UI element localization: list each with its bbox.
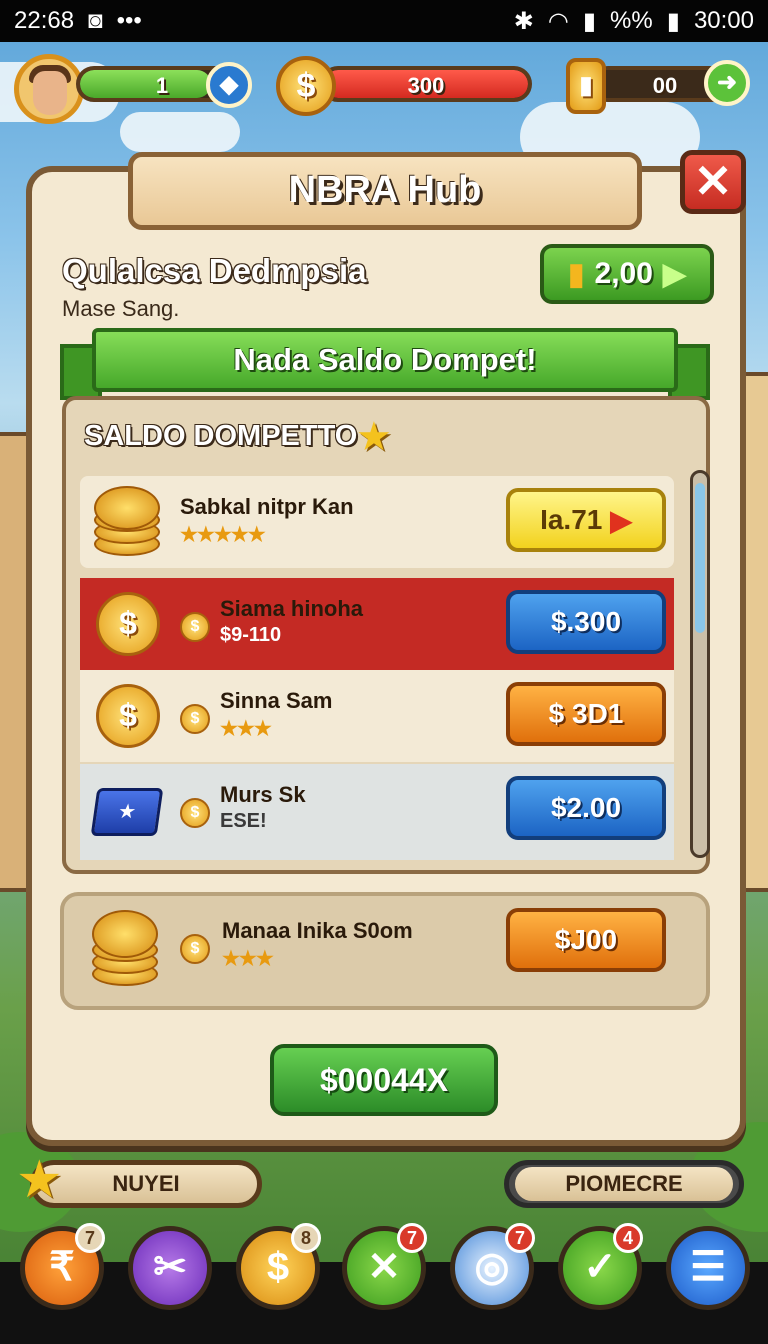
tab-right-label: PIOMECRE [515, 1167, 733, 1201]
badge: 7 [397, 1223, 427, 1253]
buy-button[interactable]: $J00 [506, 908, 666, 972]
small-coin-icon: $ [180, 612, 210, 642]
item-stars: ★★★ [222, 948, 274, 970]
coin-icon: $ [96, 684, 160, 748]
wallet-icon: ★ [90, 788, 164, 836]
battery-icon: ▮ [666, 7, 680, 35]
nav-target-button[interactable]: ◎ 7 [450, 1223, 535, 1310]
star-icon: ★ [356, 415, 392, 459]
coin-stack-icon [92, 910, 158, 986]
price-label: $ 3D1 [548, 698, 624, 729]
check-icon: ✓ [583, 1245, 617, 1289]
ribbon-banner: Nada Saldo Dompet! [92, 328, 678, 392]
nav-check-button[interactable]: ✓ 4 [558, 1223, 643, 1310]
x-icon: ✕ [367, 1245, 401, 1289]
signal-icon: ▮ [582, 7, 597, 35]
item-name: Sabkal nitpr Kan [180, 494, 354, 519]
item-name: Murs Sk [220, 782, 306, 807]
tab-left[interactable]: NUYEI [30, 1160, 262, 1208]
badge: 7 [505, 1223, 535, 1253]
play-icon: ▶ [610, 504, 632, 536]
balance-value: 2,00 [594, 257, 653, 290]
item-stars: ★★★ [220, 718, 272, 740]
coin-icon: $ [276, 56, 336, 116]
close-button[interactable]: ✕ [680, 150, 746, 214]
coin-icon: $ [96, 592, 160, 656]
status-bar: 22:68 ◙ ••• ✱ ◠ ▮ %% ▮ 30:00 [0, 0, 768, 42]
small-coin-icon: $ [180, 704, 210, 734]
coin-stack-icon [94, 486, 160, 556]
more-dots-icon: ••• [116, 7, 142, 34]
tab-left-label: NUYEI [112, 1171, 180, 1196]
balance-button[interactable]: ▮ 2,00 ▶ [540, 244, 714, 304]
bluetooth-icon: ✱ [513, 7, 534, 35]
price-label: $J00 [554, 924, 618, 955]
panel-title: NBRA Hub [128, 152, 642, 230]
claim-button[interactable]: $00044X [270, 1044, 498, 1116]
badge: 8 [291, 1223, 321, 1253]
item-name: Siama hinoha [220, 596, 364, 621]
nav-coin-button[interactable]: $ 8 [236, 1223, 321, 1310]
tab-right[interactable]: PIOMECRE [504, 1160, 744, 1208]
tools-icon: ✂ [153, 1245, 187, 1289]
list-item[interactable]: $ $ Sinna Sam ★★★ $ 3D1 [80, 670, 674, 762]
list-item-selected[interactable]: $ $ Siama hinoha $9-110 $.300 [80, 578, 674, 670]
price-label: $.300 [550, 606, 622, 637]
badge: 7 [75, 1223, 105, 1253]
item-name: Sinna Sam [220, 688, 333, 713]
buy-button[interactable]: Ia.71 ▶ [506, 488, 666, 552]
list-scrollbar[interactable] [690, 470, 710, 858]
nav-rupee-button[interactable]: ₹ 7 [20, 1223, 105, 1310]
play-icon: ▶ [662, 257, 686, 291]
item-sub: $9-110 [220, 624, 282, 646]
panel-heading: Qulalcsa Dedmpsia [62, 252, 367, 289]
player-avatar[interactable] [14, 54, 84, 124]
add-tickets-button[interactable]: ➜ [704, 60, 750, 106]
item-name: Manaa Inika S0om [222, 918, 413, 943]
buy-button[interactable]: $2.00 [506, 776, 666, 840]
currency-icon: ₹ [49, 1245, 75, 1289]
small-coin-icon: $ [180, 798, 210, 828]
nav-close-button[interactable]: ✕ 7 [342, 1223, 427, 1310]
buy-button[interactable]: $ 3D1 [506, 682, 666, 746]
nav-tools-button[interactable]: ✂ [128, 1226, 212, 1310]
small-coin-icon: $ [180, 934, 210, 964]
panel-subheading: Mase Sang. [62, 296, 180, 321]
menu-icon: ☰ [690, 1245, 726, 1289]
star-badge-icon: ★ [16, 1151, 63, 1209]
bonus-row: $ Manaa Inika S0om ★★★ $J00 [80, 900, 674, 992]
list-item[interactable]: Sabkal nitpr Kan ★★★★★ Ia.71 ▶ [80, 476, 674, 568]
coin-bar: 300 [320, 66, 532, 102]
list-item[interactable]: ★ $ Murs Sk ESE! $2.00 [80, 764, 674, 860]
badge: 4 [613, 1223, 643, 1253]
ticket-icon: ▮ [568, 257, 585, 291]
scrollbar-thumb[interactable] [695, 483, 705, 633]
wifi-icon: ◠ [547, 7, 569, 35]
list-title: SALDO DOMPETTO [84, 420, 358, 452]
coins-value: 300 [407, 73, 445, 98]
close-icon: ✕ [693, 155, 733, 207]
ticket-icon: ▮ [566, 58, 606, 114]
status-time: 22:68 [14, 7, 75, 34]
item-stars: ★★★★★ [180, 524, 266, 546]
gem-icon[interactable]: ◆ [206, 62, 252, 108]
top-hud: 1 ◆ 300 $ 00 ▮ ➜ [0, 50, 768, 124]
target-icon: ◎ [474, 1245, 510, 1289]
buy-button[interactable]: $.300 [506, 590, 666, 654]
coin-icon: $ [266, 1245, 290, 1289]
status-percent: %% [610, 7, 653, 34]
camera-icon: ◙ [88, 7, 103, 34]
price-label: Ia.71 [540, 504, 603, 535]
item-sub: ESE! [220, 810, 267, 832]
status-clock: 30:00 [693, 7, 754, 34]
nav-menu-button[interactable]: ☰ [666, 1226, 750, 1310]
price-label: $2.00 [550, 792, 622, 823]
